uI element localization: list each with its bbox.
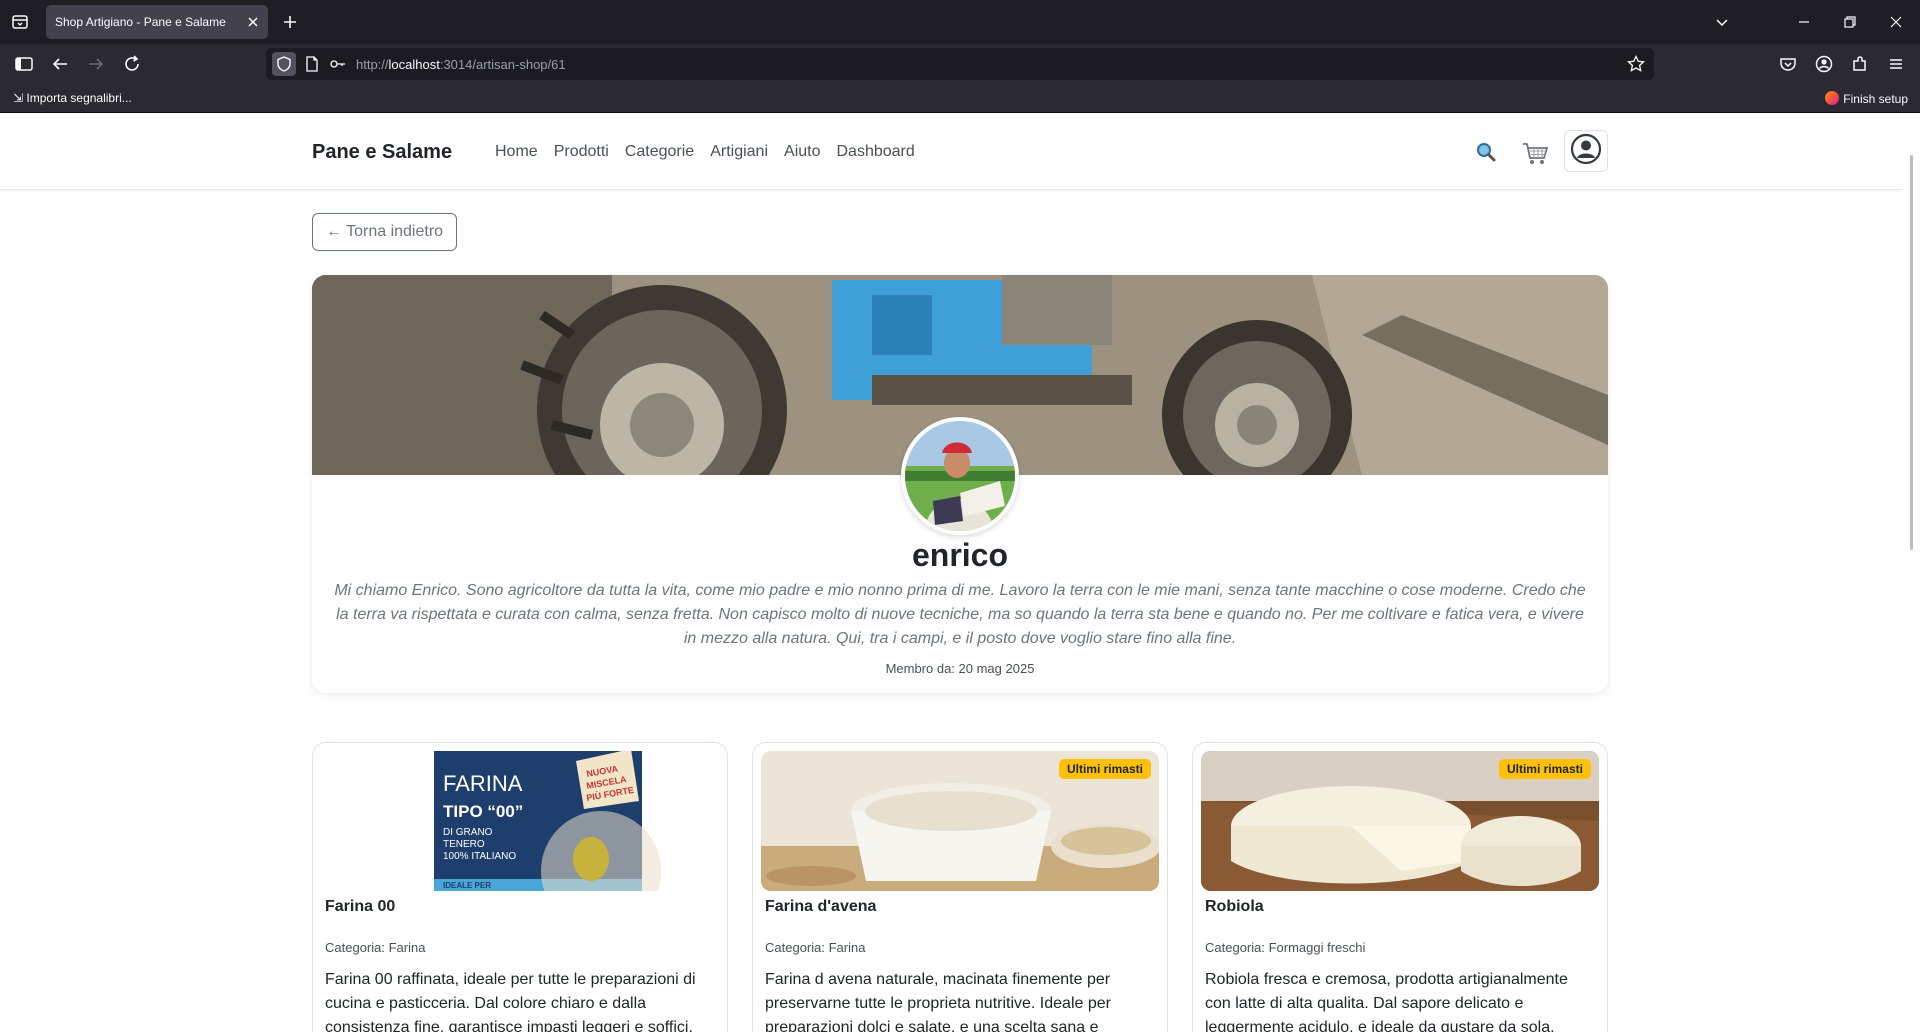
chevron-down-icon[interactable] <box>1710 10 1734 34</box>
url-host: localhost <box>388 57 440 72</box>
farina-package-text-1: FARINA <box>443 771 523 796</box>
close-window-icon[interactable] <box>1884 10 1908 34</box>
account-icon[interactable] <box>1812 52 1836 76</box>
url-path: :3014/artisan-shop/61 <box>439 57 566 72</box>
menu-item-artigiani[interactable]: Artigiani <box>710 143 768 161</box>
menu-item-categorie[interactable]: Categorie <box>625 143 694 161</box>
stock-badge: Ultimi rimasti <box>1058 759 1151 779</box>
extensions-icon[interactable] <box>1848 52 1872 76</box>
artisan-avatar <box>901 417 1019 535</box>
pocket-icon[interactable] <box>1776 52 1800 76</box>
site-brand[interactable]: Pane e Salame <box>312 141 452 164</box>
product-card[interactable]: FARINA TIPO “00” DI GRANO TENERO 100% IT… <box>312 742 728 1032</box>
browser-navbar: http://localhost:3014/artisan-shop/61 <box>0 44 1920 84</box>
reload-icon[interactable] <box>120 52 144 76</box>
user-menu-button[interactable] <box>1564 130 1608 172</box>
plus-icon[interactable] <box>280 12 300 32</box>
product-image-farina-avena[interactable]: Ultimi rimasti <box>761 751 1159 891</box>
stock-badge: Ultimi rimasti <box>1498 759 1591 779</box>
firefox-icon <box>1825 91 1840 105</box>
artisan-name: enrico <box>911 537 1009 573</box>
product-description: Farina 00 raffinata, ideale per tutte le… <box>325 971 696 1032</box>
product-image-robiola[interactable]: Ultimi rimasti <box>1201 751 1599 891</box>
scrollbar-thumb[interactable] <box>1910 155 1913 550</box>
cart-icon[interactable] <box>1521 139 1549 167</box>
product-category: Categoria: Farina <box>765 940 866 955</box>
product-name[interactable]: Farina 00 <box>325 898 395 916</box>
farina-package-text-3: DI GRANO <box>443 827 493 838</box>
star-icon[interactable] <box>1626 54 1646 74</box>
product-card[interactable]: Ultimi rimasti Robiola Categoria: Formag… <box>1192 742 1608 1032</box>
forward-arrow-icon <box>84 52 108 76</box>
product-image-farina-00[interactable]: FARINA TIPO “00” DI GRANO TENERO 100% IT… <box>321 751 719 891</box>
finish-setup-label: Finish setup <box>1843 92 1908 106</box>
import-bookmarks-link[interactable]: ⇲ Importa segnalibri... <box>13 91 132 105</box>
bookmarks-bar: ⇲ Importa segnalibri... Finish setup <box>0 84 1920 113</box>
page-icon <box>302 54 322 74</box>
sidebar-icon[interactable] <box>12 52 36 76</box>
menu-item-prodotti[interactable]: Prodotti <box>554 143 609 161</box>
key-icon[interactable] <box>328 54 348 74</box>
tab-title: Shop Artigiano - Pane e Salame <box>55 15 226 29</box>
farina-package-text-5: 100% ITALIANO <box>443 851 516 862</box>
import-bookmarks-label: Importa segnalibri... <box>26 91 132 105</box>
close-icon[interactable] <box>244 13 262 31</box>
web-page: Pane e Salame Home Prodotti Categorie Ar… <box>0 113 1920 1032</box>
browser-tabbar: Shop Artigiano - Pane e Salame <box>0 0 1920 44</box>
product-description: Farina d avena naturale, macinata fineme… <box>765 971 1111 1032</box>
product-name[interactable]: Farina d'avena <box>765 898 876 916</box>
product-category: Categoria: Farina <box>325 940 426 955</box>
restore-icon[interactable] <box>1838 10 1862 34</box>
page-scrollbar[interactable] <box>1903 113 1920 1032</box>
farina-package-text-4: TENERO <box>443 839 485 850</box>
member-since: Membro da: 20 mag 2025 <box>885 661 1035 676</box>
shield-icon[interactable] <box>272 52 296 76</box>
product-name[interactable]: Robiola <box>1205 898 1264 916</box>
browser-tab-active[interactable]: Shop Artigiano - Pane e Salame <box>46 5 268 39</box>
finish-setup-link[interactable]: Finish setup <box>1825 91 1908 106</box>
tab-list-icon[interactable] <box>8 10 32 34</box>
artisan-profile-card: enrico Mi chiamo Enrico. Sono agricoltor… <box>312 275 1608 693</box>
url-text[interactable]: http://localhost:3014/artisan-shop/61 <box>356 57 566 72</box>
farina-package-text-2: TIPO “00” <box>443 802 523 821</box>
minimize-icon[interactable] <box>1792 10 1816 34</box>
search-icon[interactable] <box>1474 140 1498 164</box>
product-description: Robiola fresca e cremosa, prodotta artig… <box>1205 971 1568 1032</box>
artisan-bio: Mi chiamo Enrico. Sono agricoltore da tu… <box>334 582 1586 647</box>
back-button[interactable]: ← Torna indietro <box>312 213 457 251</box>
back-button-label: ← Torna indietro <box>325 223 444 240</box>
farina-package-text-6: IDEALE PER <box>443 881 491 890</box>
url-prefix: http:// <box>356 57 389 72</box>
menu-icon[interactable] <box>1884 52 1908 76</box>
menu-item-home[interactable]: Home <box>495 143 538 161</box>
site-header: Pane e Salame Home Prodotti Categorie Ar… <box>0 113 1903 190</box>
product-card[interactable]: Ultimi rimasti Farina d'avena Categoria:… <box>752 742 1168 1032</box>
main-menu: Home Prodotti Categorie Artigiani Aiuto … <box>495 143 915 161</box>
product-category: Categoria: Formaggi freschi <box>1205 940 1366 955</box>
menu-item-aiuto[interactable]: Aiuto <box>784 143 820 161</box>
url-bar[interactable]: http://localhost:3014/artisan-shop/61 <box>266 48 1654 80</box>
user-icon <box>1570 133 1602 170</box>
back-arrow-icon[interactable] <box>48 52 72 76</box>
menu-item-dashboard[interactable]: Dashboard <box>836 143 914 161</box>
